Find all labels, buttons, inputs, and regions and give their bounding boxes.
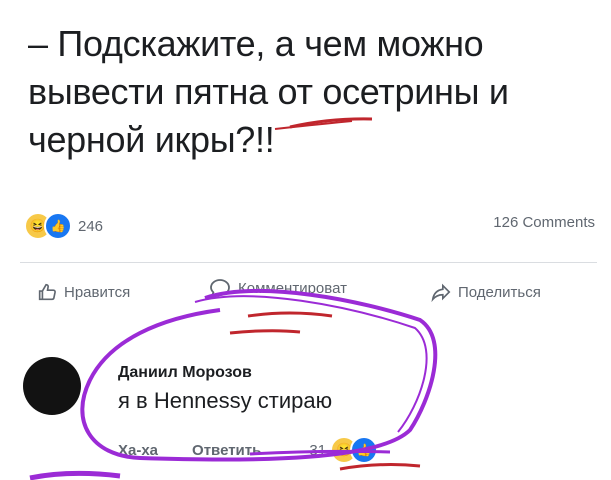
post-line-2: вывести пятна от осетрины и: [28, 71, 509, 112]
commenter-name[interactable]: Даниил Морозов: [118, 364, 252, 382]
comment-text: я в Hennessy стираю: [118, 388, 333, 413]
underline-mark: [339, 463, 421, 471]
comment-actions: Ха-ха Ответить 31 😆 👍: [118, 436, 379, 464]
like-button[interactable]: Нравится: [36, 281, 130, 303]
comment-reaction-count: 31: [309, 441, 327, 459]
share-button[interactable]: Поделиться: [430, 281, 541, 303]
post-line-1: – Подскажите, а чем можно: [28, 23, 484, 64]
share-label: Поделиться: [458, 283, 541, 301]
reply-link[interactable]: Ответить: [192, 442, 261, 459]
avatar[interactable]: [23, 357, 81, 415]
like-icon: 👍: [350, 436, 379, 464]
comments-count[interactable]: 126 Comments: [493, 214, 595, 231]
share-icon: [431, 283, 451, 303]
haha-reaction-link[interactable]: Ха-ха: [118, 442, 158, 459]
divider: [20, 262, 597, 263]
like-icon: 👍: [44, 212, 72, 240]
post-text: – Подскажите, а чем можно вывести пятна …: [28, 20, 598, 164]
underline-mark: [29, 470, 121, 480]
post-line-3: черной икры?!!: [28, 119, 275, 160]
comment-label: Комментироват: [238, 279, 347, 297]
reaction-count: 246: [78, 217, 104, 235]
comment-button[interactable]: Комментироват: [208, 276, 347, 300]
underline-mark: [247, 311, 333, 318]
underline-mark: [229, 329, 301, 335]
comment-icon: [210, 279, 230, 298]
reactions-summary[interactable]: 😆 👍 246: [24, 212, 103, 240]
like-label: Нравится: [64, 283, 131, 301]
thumbs-up-icon: [38, 283, 56, 301]
